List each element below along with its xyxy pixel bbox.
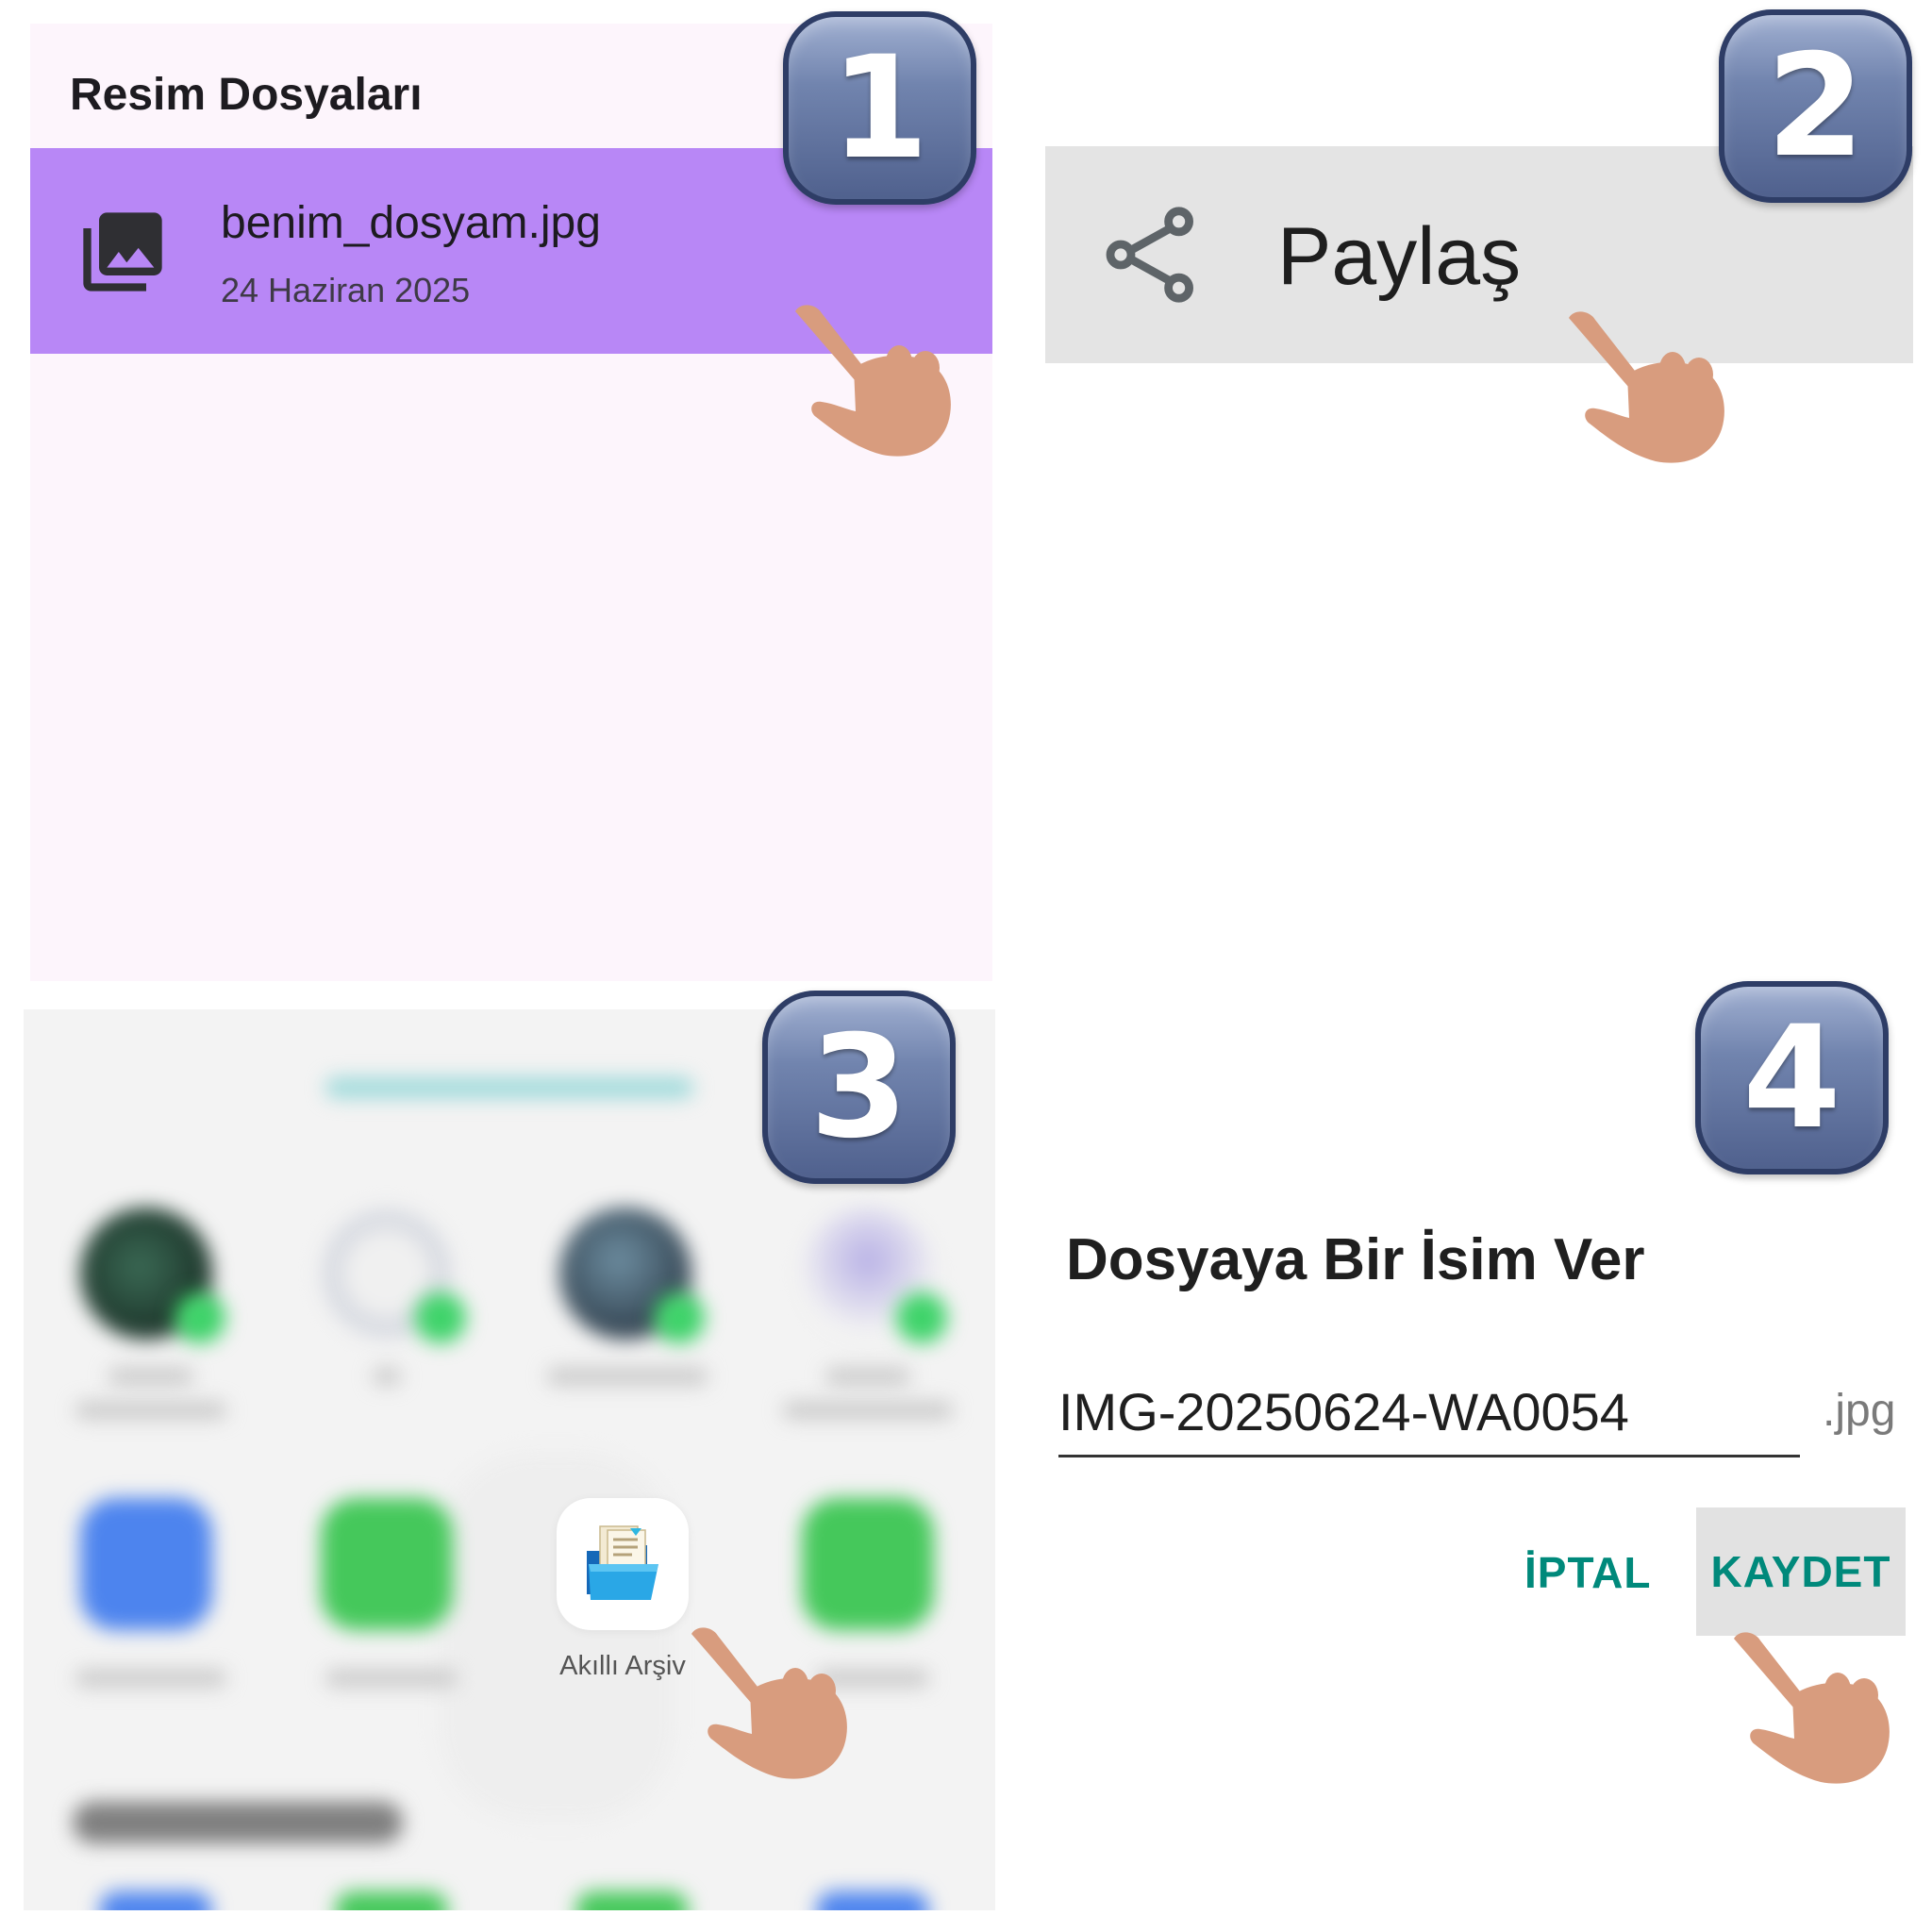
whatsapp-badge-icon bbox=[415, 1292, 466, 1343]
blurred-app[interactable] bbox=[575, 1891, 689, 1910]
blurred-section-title bbox=[73, 1802, 403, 1843]
filename-input[interactable] bbox=[1058, 1368, 1800, 1457]
step-badge-4: 4 bbox=[1695, 981, 1889, 1174]
whatsapp-badge-icon bbox=[175, 1292, 225, 1343]
folder-documents-icon bbox=[587, 1525, 658, 1600]
section-title: Resim Dosyaları bbox=[70, 70, 423, 120]
step-badge-3: 3 bbox=[762, 991, 956, 1184]
file-name: benim_dosyam.jpg bbox=[221, 198, 601, 248]
blurred-text bbox=[75, 1670, 226, 1687]
whatsapp-badge-icon bbox=[896, 1292, 947, 1343]
pointing-hand-icon bbox=[1734, 1632, 1890, 1784]
photo-library-icon bbox=[83, 212, 162, 291]
step-badge-2: 2 bbox=[1719, 9, 1912, 203]
pointing-hand-icon bbox=[1569, 311, 1724, 463]
save-button[interactable]: KAYDET bbox=[1696, 1507, 1906, 1636]
cancel-button[interactable]: İPTAL bbox=[1524, 1547, 1651, 1598]
blurred-app[interactable] bbox=[80, 1498, 212, 1630]
blurred-text bbox=[825, 1368, 910, 1385]
step-badge-1: 1 bbox=[783, 11, 976, 205]
blurred-app[interactable] bbox=[321, 1498, 453, 1630]
blurred-header bbox=[325, 1077, 693, 1098]
blurred-app[interactable] bbox=[99, 1891, 212, 1910]
blurred-app[interactable] bbox=[816, 1891, 929, 1910]
pointing-hand-icon bbox=[691, 1627, 847, 1779]
file-extension: .jpg bbox=[1823, 1386, 1896, 1436]
blurred-text bbox=[325, 1670, 458, 1687]
blurred-text bbox=[547, 1368, 708, 1385]
blurred-text bbox=[75, 1402, 226, 1419]
blurred-app[interactable] bbox=[802, 1498, 934, 1630]
file-date: 24 Haziran 2025 bbox=[221, 271, 471, 309]
blurred-text bbox=[373, 1368, 401, 1385]
pointing-hand-icon bbox=[795, 305, 951, 457]
whatsapp-badge-icon bbox=[654, 1292, 705, 1343]
share-icon bbox=[1106, 207, 1193, 303]
dialog-title: Dosyaya Bir İsim Ver bbox=[1066, 1227, 1645, 1292]
blurred-text bbox=[108, 1368, 193, 1385]
blurred-app[interactable] bbox=[335, 1891, 448, 1910]
share-label: Paylaş bbox=[1277, 211, 1522, 302]
smart-archive-app-button[interactable] bbox=[557, 1498, 689, 1630]
blurred-text bbox=[783, 1402, 953, 1419]
